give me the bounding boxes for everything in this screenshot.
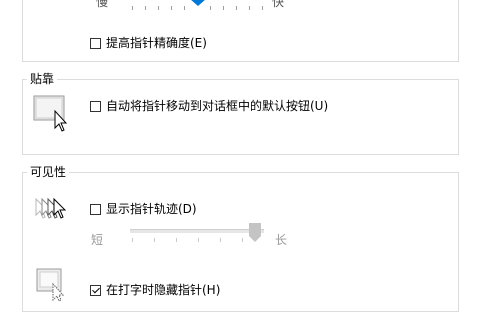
speed-slow-label: 慢: [96, 0, 109, 9]
trail-tick: [198, 238, 199, 242]
speed-tick: [158, 6, 159, 10]
trail-tick: [220, 238, 221, 242]
speed-tick: [145, 6, 146, 10]
enhance-precision-checkbox[interactable]: [90, 38, 101, 49]
speed-tick: [184, 6, 185, 10]
speed-tick: [236, 6, 237, 10]
trail-tick: [132, 238, 133, 242]
trail-tick: [242, 238, 243, 242]
speed-tick: [223, 6, 224, 10]
trail-slider-track: [130, 229, 264, 233]
snap-to-pointer-icon: [33, 95, 68, 132]
snap-to-group: [22, 79, 459, 155]
speed-tick: [171, 6, 172, 10]
visibility-title: 可见性: [27, 165, 70, 179]
trail-long-label: 长: [275, 233, 288, 247]
auto-move-checkbox[interactable]: [90, 101, 101, 112]
trail-length-slider[interactable]: [128, 223, 274, 248]
pointer-trails-checkbox[interactable]: [90, 204, 101, 215]
trail-short-label: 短: [91, 233, 104, 247]
trail-tick: [176, 238, 177, 242]
speed-slider[interactable]: [118, 0, 268, 16]
trail-slider-thumb[interactable]: [249, 223, 261, 243]
trail-tick: [154, 238, 155, 242]
hide-while-typing-label[interactable]: 在打字时隐藏指针(H): [106, 283, 220, 297]
speed-tick: [210, 6, 211, 10]
auto-move-label[interactable]: 自动将指针移动到对话框中的默认按钮(U): [106, 99, 328, 113]
speed-fast-label: 快: [272, 0, 285, 9]
hide-while-typing-icon: [36, 268, 65, 302]
speed-tick: [249, 6, 250, 10]
speed-tick: [262, 6, 263, 10]
snap-to-title: 贴靠: [27, 72, 58, 86]
pointer-trails-label[interactable]: 显示指针轨迹(D): [106, 202, 197, 216]
enhance-precision-label[interactable]: 提高指针精确度(E): [106, 36, 207, 50]
hide-while-typing-checkbox[interactable]: [90, 285, 101, 296]
pointer-trails-icon: [35, 197, 67, 219]
speed-slider-thumb[interactable]: [190, 0, 206, 7]
speed-tick: [132, 6, 133, 10]
